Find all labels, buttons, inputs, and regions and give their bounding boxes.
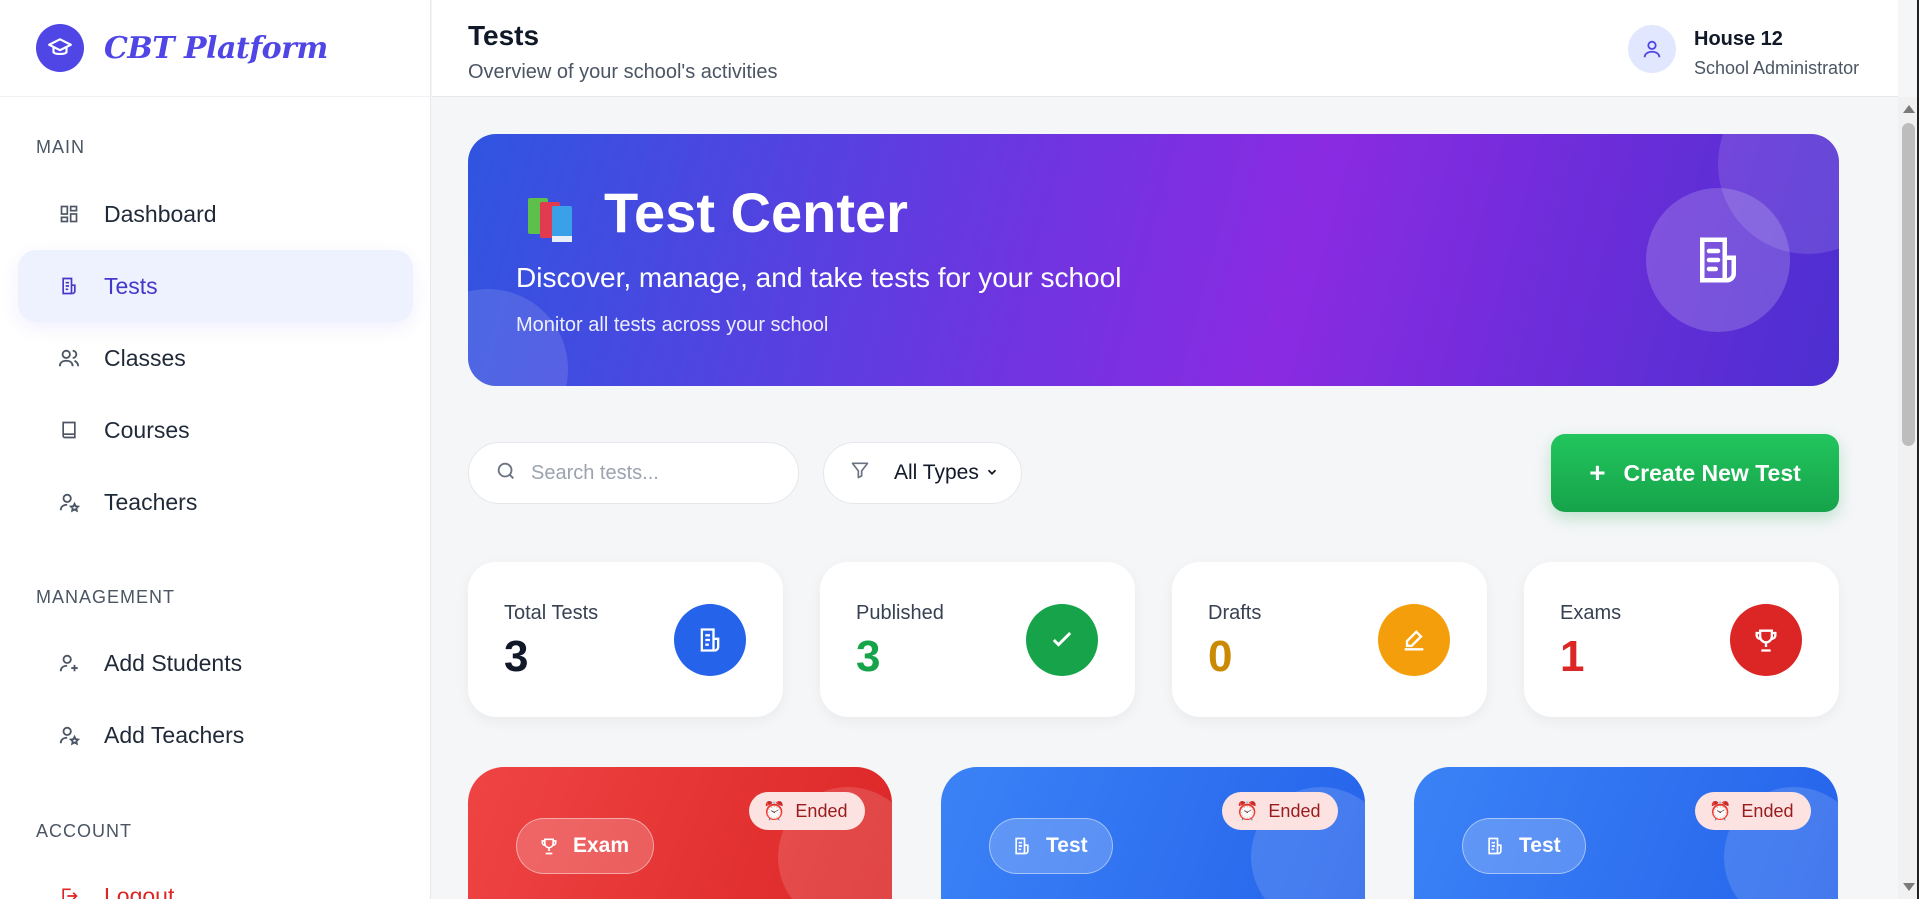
- sidebar-item-teachers[interactable]: Teachers: [18, 466, 413, 538]
- stat-card-exams: Exams 1: [1524, 562, 1839, 717]
- check-icon: [1026, 604, 1098, 676]
- search-box[interactable]: [468, 442, 799, 504]
- document-icon: [58, 275, 80, 297]
- section-title-management: MANAGEMENT: [36, 587, 176, 607]
- user-avatar-icon[interactable]: [1628, 25, 1676, 73]
- status-badge: ⏰ Ended: [1222, 792, 1339, 830]
- document-icon: [674, 604, 746, 676]
- sidebar-item-label: Tests: [104, 272, 158, 299]
- brand[interactable]: CBT Platform: [0, 0, 430, 97]
- type-label: Exam: [573, 834, 630, 857]
- sidebar-item-label: Classes: [104, 344, 186, 371]
- status-label: Ended: [1741, 800, 1794, 821]
- document-icon: [1485, 836, 1505, 856]
- scroll-down-arrow-icon[interactable]: [1903, 883, 1915, 891]
- sidebar-item-tests[interactable]: Tests: [18, 250, 413, 322]
- user-role: School Administrator: [1694, 58, 1860, 78]
- document-icon: [1012, 836, 1032, 856]
- status-label: Ended: [1268, 800, 1321, 821]
- brand-name: CBT Platform: [104, 30, 328, 66]
- type-filter-select[interactable]: All Types: [823, 442, 1022, 504]
- stat-label: Published: [856, 602, 944, 624]
- sidebar-item-classes[interactable]: Classes: [18, 322, 413, 394]
- sidebar-item-label: Dashboard: [104, 200, 217, 227]
- sidebar-item-label: Add Teachers: [104, 721, 245, 748]
- stat-value: 3: [856, 632, 881, 681]
- page-title: Tests: [468, 20, 540, 51]
- create-button-label: Create New Test: [1623, 459, 1801, 486]
- section-title-account: ACCOUNT: [36, 821, 132, 841]
- user-name[interactable]: House 12: [1694, 28, 1783, 51]
- sidebar-item-add-students[interactable]: Add Students: [18, 627, 413, 699]
- search-input[interactable]: [531, 461, 781, 485]
- status-label: Ended: [795, 800, 848, 821]
- stat-card-drafts: Drafts 0: [1172, 562, 1487, 717]
- filter-icon: [850, 460, 870, 486]
- sidebar-item-label: Add Students: [104, 649, 243, 676]
- hero-title: Test Center: [604, 181, 908, 244]
- hero-note: Monitor all tests across your school: [516, 314, 829, 336]
- stat-label: Exams: [1560, 602, 1622, 624]
- sidebar-item-dashboard[interactable]: Dashboard: [18, 178, 413, 250]
- scroll-up-arrow-icon[interactable]: [1903, 105, 1915, 113]
- status-badge: ⏰ Ended: [749, 792, 866, 830]
- search-icon: [495, 460, 517, 487]
- type-badge: Test: [1462, 818, 1586, 874]
- sidebar-item-logout[interactable]: Logout: [18, 860, 413, 899]
- trophy-icon: [1730, 604, 1802, 676]
- chevron-down-icon: [985, 461, 999, 485]
- hero-subtitle: Discover, manage, and take tests for you…: [516, 262, 1122, 293]
- user-plus-icon: [58, 652, 80, 674]
- hero-banner: Test Center Discover, manage, and take t…: [468, 134, 1839, 386]
- stat-value: 3: [504, 632, 529, 681]
- sidebar-item-add-teachers[interactable]: Add Teachers: [18, 699, 413, 771]
- stat-value: 1: [1560, 632, 1585, 681]
- filter-label: All Types: [894, 461, 979, 484]
- alarm-clock-icon: ⏰: [1236, 800, 1259, 821]
- book-icon: [58, 419, 80, 441]
- type-badge: Exam: [516, 818, 655, 874]
- users-icon: [58, 347, 80, 369]
- test-card[interactable]: ⏰ Ended Exam: [468, 767, 892, 899]
- trophy-icon: [539, 836, 559, 856]
- document-icon: [1646, 188, 1790, 332]
- graduation-cap-icon: [36, 24, 84, 72]
- alarm-clock-icon: ⏰: [1709, 800, 1732, 821]
- stat-label: Total Tests: [504, 602, 599, 624]
- edit-icon: [1378, 604, 1450, 676]
- section-title-main: MAIN: [36, 137, 85, 157]
- grid-icon: [58, 203, 80, 225]
- type-label: Test: [1046, 834, 1088, 857]
- stat-value: 0: [1208, 632, 1233, 681]
- sidebar: CBT Platform MAIN Dashboard Tests Classe…: [0, 0, 431, 899]
- sidebar-item-label: Teachers: [104, 488, 198, 515]
- test-card[interactable]: ⏰ Ended Test: [1414, 767, 1838, 899]
- books-icon: [526, 192, 578, 244]
- test-card[interactable]: ⏰ Ended Test: [941, 767, 1365, 899]
- type-badge: Test: [989, 818, 1113, 874]
- stat-label: Drafts: [1208, 602, 1262, 624]
- type-label: Test: [1519, 834, 1561, 857]
- top-header: Tests Overview of your school's activiti…: [432, 0, 1898, 97]
- plus-icon: +: [1589, 457, 1606, 488]
- page-subtitle: Overview of your school's activities: [468, 61, 778, 83]
- scrollbar-thumb[interactable]: [1902, 123, 1915, 446]
- sidebar-item-label: Courses: [104, 416, 190, 443]
- sidebar-item-label: Logout: [104, 882, 175, 899]
- sidebar-item-courses[interactable]: Courses: [18, 394, 413, 466]
- status-badge: ⏰ Ended: [1695, 792, 1812, 830]
- teacher-icon: [58, 724, 80, 746]
- vertical-scrollbar[interactable]: [1898, 97, 1919, 899]
- teacher-icon: [58, 491, 80, 513]
- stat-card-total-tests: Total Tests 3: [468, 562, 783, 717]
- create-new-test-button[interactable]: + Create New Test: [1551, 434, 1839, 512]
- logout-icon: [58, 885, 80, 899]
- stat-card-published: Published 3: [820, 562, 1135, 717]
- alarm-clock-icon: ⏰: [763, 800, 786, 821]
- decorative-circle: [468, 289, 568, 386]
